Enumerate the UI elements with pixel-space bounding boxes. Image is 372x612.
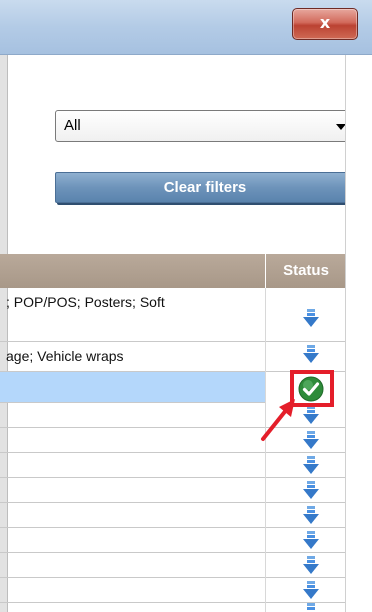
table-row[interactable] [0, 453, 345, 478]
window-right-edge [345, 55, 372, 612]
download-arrow-icon[interactable] [302, 344, 320, 364]
download-arrow-icon[interactable] [302, 580, 320, 600]
table-row[interactable] [0, 503, 345, 528]
table-row[interactable]: age; Vehicle wraps [0, 342, 345, 372]
clear-filters-button[interactable]: Clear filters [55, 172, 355, 203]
row-categories: age; Vehicle wraps [6, 348, 124, 364]
table-row[interactable] [0, 578, 345, 603]
download-arrow-icon[interactable] [302, 405, 320, 425]
download-arrow-icon[interactable] [302, 455, 320, 475]
download-arrow-icon[interactable] [302, 480, 320, 500]
row-categories: ; POP/POS; Posters; Soft [6, 294, 165, 310]
close-button[interactable]: x [292, 8, 358, 40]
window-titlebar: x [0, 0, 372, 55]
table-row[interactable] [0, 528, 345, 553]
download-arrow-icon[interactable] [302, 555, 320, 575]
status-column-divider [265, 288, 266, 612]
close-icon: x [319, 13, 331, 32]
download-arrow-icon[interactable] [302, 530, 320, 550]
download-arrow-icon[interactable] [302, 430, 320, 450]
download-arrow-icon[interactable] [302, 602, 320, 612]
filter-select-value: All [64, 117, 81, 134]
filter-select[interactable]: All [55, 110, 357, 142]
table-row[interactable] [0, 553, 345, 578]
table-row[interactable]: ; POP/POS; Posters; Soft [0, 288, 345, 342]
download-arrow-icon[interactable] [302, 308, 320, 328]
table-row[interactable] [0, 478, 345, 503]
checkmark-icon[interactable] [298, 376, 324, 402]
status-column-header[interactable]: Status [265, 254, 346, 288]
download-arrow-icon[interactable] [302, 505, 320, 525]
annotation-arrow-icon [261, 399, 295, 441]
